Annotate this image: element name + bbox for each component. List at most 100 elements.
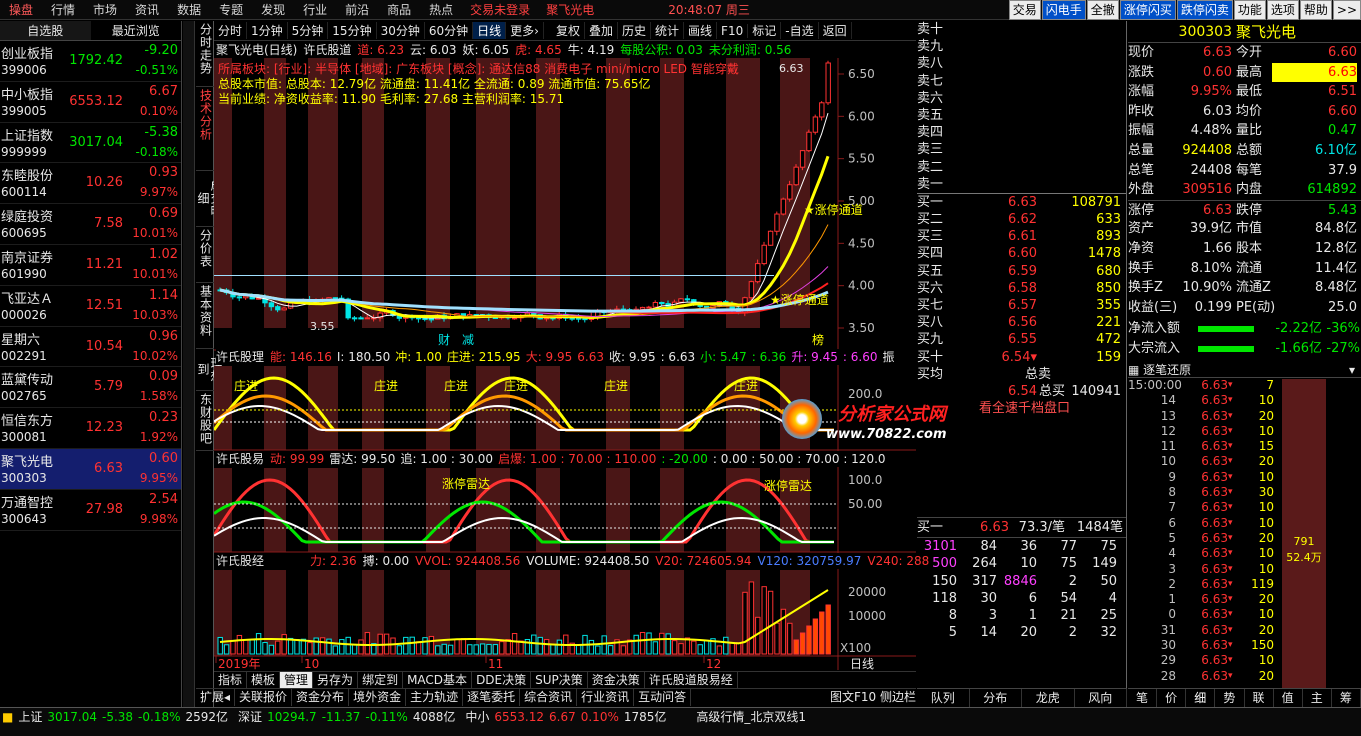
sell-level[interactable]: 卖五 — [917, 107, 1126, 124]
menu-item-redian[interactable]: 热点 — [420, 0, 462, 20]
tab-recent[interactable]: 最近浏览 — [91, 21, 182, 40]
buy-level[interactable]: 买三 6.61 893 — [917, 228, 1126, 245]
period-2[interactable]: 5分钟 — [288, 22, 329, 39]
sell-level[interactable]: 卖四 — [917, 124, 1126, 141]
ext-tab-5[interactable]: 逐笔委托 — [463, 689, 521, 706]
period-5[interactable]: 60分钟 — [425, 22, 474, 39]
menu-item-hangye[interactable]: 行业 — [294, 0, 336, 20]
ext-tab-1[interactable]: 关联报价 — [235, 689, 293, 706]
tool-2[interactable]: 历史 — [618, 22, 652, 39]
vtab-5[interactable]: 理想到 — [196, 349, 223, 391]
menu-item-zixun[interactable]: 资讯 — [126, 0, 168, 20]
options-button[interactable]: 选项 — [1266, 0, 1299, 20]
buy-level[interactable]: 买二 6.62 633 — [917, 211, 1126, 228]
more-button[interactable]: >> — [1332, 0, 1361, 20]
menu-item-zhuanti[interactable]: 专题 — [210, 0, 252, 20]
indicator-tab-0[interactable]: 指标 — [214, 672, 248, 688]
ob-tab-0[interactable]: 队列 — [917, 689, 970, 707]
menu-item-shichang[interactable]: 市场 — [84, 0, 126, 20]
vtab-0[interactable]: 分时走势 — [196, 21, 214, 87]
ob-tab-2[interactable]: 龙虎 — [1022, 689, 1075, 707]
ext-tab-4[interactable]: 主力轨迹 — [406, 689, 464, 706]
indicator-tab-5[interactable]: MACD基本 — [403, 672, 473, 688]
quote-tab-7[interactable]: 筹 — [1332, 689, 1361, 707]
period-1[interactable]: 1分钟 — [247, 22, 288, 39]
help-button[interactable]: 帮助 — [1299, 0, 1332, 20]
sell-level[interactable]: 卖六 — [917, 90, 1126, 107]
status-index[interactable]: 中小 6553.12 6.67 0.10% 1785亿 — [465, 708, 666, 726]
tab-watchlist[interactable]: 自选股 — [0, 21, 91, 40]
period-3[interactable]: 15分钟 — [328, 22, 377, 39]
watchlist-row[interactable]: 上证指数 999999 3017.04 -5.38 -0.18% — [0, 123, 181, 164]
watchlist-row[interactable]: 中小板指 399005 6553.12 6.67 0.10% — [0, 82, 181, 123]
watchlist-row[interactable]: 东睦股份 600114 10.26 0.93 9.97% — [0, 163, 181, 205]
status-index[interactable]: 深证 10294.7 -11.37 -0.11% 4088亿 — [238, 708, 455, 726]
indicator-tab-9[interactable]: 许氏股道股易经 — [645, 672, 738, 688]
ext-tab-7[interactable]: 行业资讯 — [577, 689, 635, 706]
menu-item-shuju[interactable]: 数据 — [168, 0, 210, 20]
menu-item-qianyan[interactable]: 前沿 — [336, 0, 378, 20]
watchlist-row[interactable]: 南京证券 601990 11.21 1.02 10.01% — [0, 245, 181, 286]
buy-level[interactable]: 买四 6.60 1478 — [917, 245, 1126, 262]
vtab-6[interactable]: 东财股吧 — [196, 391, 214, 451]
watchlist-row[interactable]: 飞亚达Ａ 000026 12.51 1.14 10.03% — [0, 286, 181, 327]
filter-icon[interactable]: ▾ — [1349, 362, 1361, 377]
buy-level[interactable]: 买五 6.59 680 — [917, 263, 1126, 280]
buy-level[interactable]: 买九 6.55 472 — [917, 331, 1126, 348]
ext-tab-8[interactable]: 互动问答 — [634, 689, 692, 706]
indicator-tab-2[interactable]: 管理 — [280, 672, 314, 688]
tool-8[interactable]: 返回 — [819, 22, 852, 39]
sell-level[interactable]: 卖二 — [917, 159, 1126, 176]
buy-level[interactable]: 买一 6.63 108791 — [917, 194, 1126, 211]
vtab-4[interactable]: 基本资料 — [196, 283, 214, 349]
quote-tab-1[interactable]: 价 — [1157, 689, 1187, 707]
status-index[interactable]: ■ 上证 3017.04 -5.38 -0.18% 2592亿 — [2, 708, 228, 726]
sell-level[interactable]: 卖八 — [917, 55, 1126, 72]
period-7[interactable]: 更多› — [506, 22, 544, 39]
watchlist-row[interactable]: 绿庭投资 600695 7.58 0.69 10.01% — [0, 204, 181, 245]
quote-tab-0[interactable]: 笔 — [1128, 689, 1158, 707]
menu-item-caopan[interactable]: 操盘 — [0, 0, 42, 20]
quote-tab-3[interactable]: 势 — [1215, 689, 1245, 707]
sell-level[interactable]: 卖七 — [917, 73, 1126, 90]
ob-tab-3[interactable]: 风向 — [1075, 689, 1127, 707]
trade-button[interactable]: 交易 — [1008, 0, 1041, 20]
buy-level[interactable]: 买八 6.56 221 — [917, 314, 1126, 331]
tool-1[interactable]: 叠加 — [585, 22, 618, 39]
ob-tab-1[interactable]: 分布 — [970, 689, 1022, 707]
indicator-tab-6[interactable]: DDE决策 — [472, 672, 532, 688]
login-warning[interactable]: 交易未登录 — [462, 1, 538, 18]
flash-hand-button[interactable]: 闪电手 — [1041, 0, 1086, 20]
menu-item-faxian[interactable]: 发现 — [252, 0, 294, 20]
sell-level[interactable]: 卖一 — [917, 176, 1126, 193]
indicator-tab-4[interactable]: 绑定到 — [358, 672, 404, 688]
ind2-title[interactable]: 许氏股易 — [216, 451, 264, 467]
indicator-tab-3[interactable]: 另存为 — [313, 672, 359, 688]
buy-level[interactable]: 买六 6.58 850 — [917, 280, 1126, 297]
limit-down-sell-button[interactable]: 跌停闪卖 — [1176, 0, 1233, 20]
vtab-1[interactable]: 技术分析 — [196, 87, 214, 171]
kline-indicator-name[interactable]: 许氏股道 — [303, 42, 351, 58]
quote-tab-4[interactable]: 联 — [1245, 689, 1274, 707]
tool-0[interactable]: 复权 — [552, 22, 585, 39]
menu-item-shangpin[interactable]: 商品 — [378, 0, 420, 20]
menu-item-hangqing[interactable]: 行情 — [42, 0, 84, 20]
watchlist-row[interactable]: 蓝黛传动 002765 5.79 0.09 1.58% — [0, 367, 181, 409]
sell-level[interactable]: 卖九 — [917, 38, 1126, 55]
function-button[interactable]: 功能 — [1233, 0, 1266, 20]
period-0[interactable]: 分时 — [214, 22, 248, 39]
tool-7[interactable]: -自选 — [781, 22, 819, 39]
tool-4[interactable]: 画线 — [684, 22, 718, 39]
vtab-2[interactable]: 成交明细 — [196, 171, 223, 227]
period-6[interactable]: 日线 — [473, 22, 507, 39]
vtab-3[interactable]: 分价表 — [196, 227, 214, 283]
buy-level[interactable]: 买十 6.54▾ 159 — [917, 349, 1126, 366]
cancel-all-button[interactable]: 全撤 — [1086, 0, 1119, 20]
watchlist-row[interactable]: 恒信东方 300081 12.23 0.23 1.92% — [0, 408, 181, 449]
watchlist-row[interactable]: 聚飞光电 300303 6.63 0.60 9.95% — [0, 448, 181, 490]
limit-up-buy-button[interactable]: 涨停闪买 — [1119, 0, 1176, 20]
sell-level[interactable]: 卖三 — [917, 141, 1126, 158]
sell-level[interactable]: 卖十 — [917, 21, 1126, 38]
tool-6[interactable]: 标记 — [748, 22, 782, 39]
ext-tab-2[interactable]: 资金分布 — [292, 689, 350, 706]
